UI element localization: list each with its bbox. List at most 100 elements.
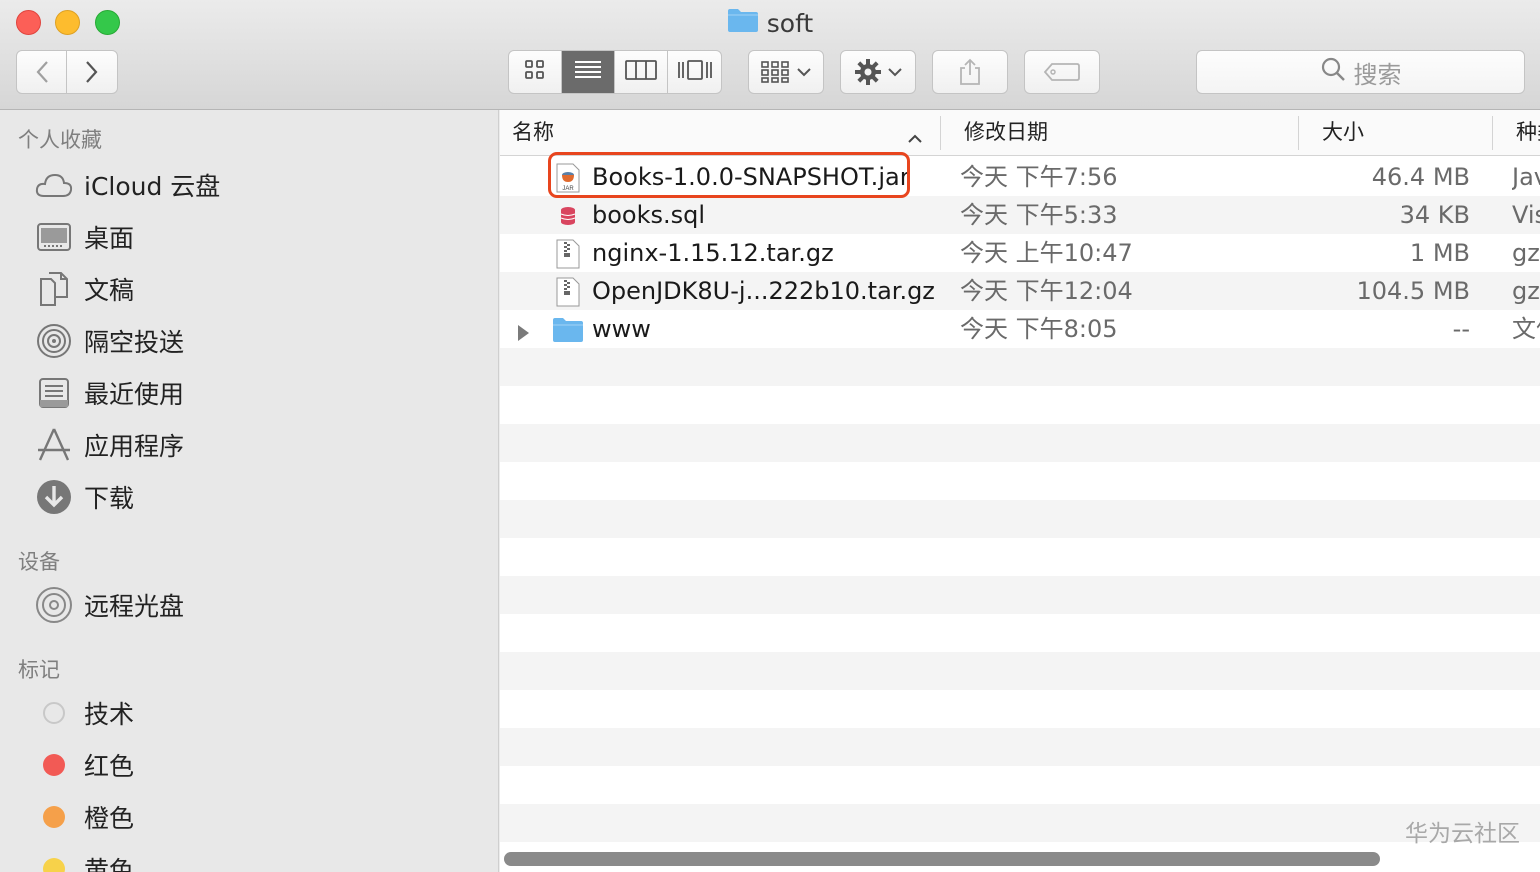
- column-name[interactable]: 名称: [512, 110, 932, 156]
- group-icon: [761, 61, 791, 83]
- sidebar-item-documents[interactable]: 文稿: [34, 268, 134, 310]
- window-title: soft: [0, 6, 1540, 40]
- tag-color-icon: [34, 693, 74, 733]
- gear-icon: [854, 58, 882, 86]
- sidebar-item-label: 红色: [84, 752, 135, 781]
- disc-icon: [34, 585, 74, 625]
- column-modified[interactable]: 修改日期: [964, 110, 1284, 156]
- table-row[interactable]: OpenJDK8U-j...222b10.tar.gz 今天 下午12:04 1…: [500, 272, 1540, 310]
- toolbar: soft 搜索: [0, 0, 1540, 110]
- airdrop-icon: [34, 321, 74, 361]
- file-size: 34 KB: [1399, 201, 1470, 229]
- cloud-icon: [34, 165, 74, 205]
- file-modified: 今天 下午5:33: [960, 201, 1118, 229]
- sidebar-item-label: 文稿: [84, 276, 135, 305]
- file-modified: 今天 下午7:56: [960, 163, 1118, 191]
- tags-button[interactable]: [1024, 50, 1100, 94]
- table-row[interactable]: www 今天 下午8:05 -- 文件夹: [500, 310, 1540, 348]
- devices-header: 设备: [18, 550, 60, 574]
- sidebar-item-label: 桌面: [84, 224, 135, 253]
- applications-icon: [34, 425, 74, 465]
- sidebar-item-recents[interactable]: 最近使用: [34, 372, 184, 414]
- file-name: OpenJDK8U-j...222b10.tar.gz: [592, 277, 935, 305]
- group-by-button[interactable]: [748, 50, 824, 94]
- empty-row: [500, 652, 1540, 690]
- sort-ascending-icon: [908, 125, 922, 149]
- archive-file-icon: [554, 277, 582, 307]
- column-divider[interactable]: [1492, 116, 1493, 150]
- empty-row: [500, 728, 1540, 766]
- file-size: 104.5 MB: [1356, 277, 1470, 305]
- favorites-header: 个人收藏: [18, 128, 102, 152]
- sidebar-tag-orange[interactable]: 橙色: [34, 796, 134, 838]
- documents-icon: [34, 269, 74, 309]
- sidebar-item-downloads[interactable]: 下载: [34, 476, 134, 518]
- tag-color-icon: [34, 849, 74, 872]
- watermark: 华为云社区: [1405, 821, 1520, 847]
- empty-row: [500, 424, 1540, 462]
- table-row[interactable]: books.sql 今天 下午5:33 34 KB Visual Studio …: [500, 196, 1540, 234]
- column-divider[interactable]: [940, 116, 941, 150]
- downloads-icon: [34, 477, 74, 517]
- table-row[interactable]: nginx-1.15.12.tar.gz 今天 上午10:47 1 MB gzi…: [500, 234, 1540, 272]
- sidebar-item-label: 隔空投送: [84, 328, 185, 357]
- grid-icon: [524, 59, 546, 85]
- sidebar-tag-red[interactable]: 红色: [34, 744, 134, 786]
- sidebar-item-desktop[interactable]: 桌面: [34, 216, 134, 258]
- cover-flow-icon: [677, 59, 713, 85]
- sidebar-item-label: 最近使用: [84, 380, 185, 409]
- tags-header: 标记: [18, 658, 60, 682]
- file-name: nginx-1.15.12.tar.gz: [592, 239, 834, 267]
- sidebar-item-label: 远程光盘: [84, 592, 185, 621]
- column-divider[interactable]: [1298, 116, 1299, 150]
- folder-icon: [727, 7, 759, 42]
- chevron-right-icon: [85, 60, 99, 84]
- back-button[interactable]: [16, 50, 67, 94]
- forward-button[interactable]: [66, 50, 118, 94]
- file-kind: Java JAR 文件: [1512, 163, 1540, 191]
- chevron-down-icon: [797, 67, 811, 77]
- sidebar-item-label: 橙色: [84, 804, 135, 833]
- column-size[interactable]: 大小: [1322, 110, 1482, 156]
- share-icon: [958, 58, 982, 86]
- share-button[interactable]: [932, 50, 1008, 94]
- sidebar-item-applications[interactable]: 应用程序: [34, 424, 184, 466]
- list-view-button[interactable]: [562, 51, 615, 93]
- search-icon: [1320, 56, 1354, 88]
- sidebar-item-airdrop[interactable]: 隔空投送: [34, 320, 184, 362]
- file-modified: 今天 下午8:05: [960, 315, 1118, 343]
- desktop-icon: [34, 217, 74, 257]
- recents-icon: [34, 373, 74, 413]
- cover-flow-view-button[interactable]: [668, 51, 721, 93]
- column-view-button[interactable]: [615, 51, 668, 93]
- sidebar-item-label: 技术: [84, 700, 135, 729]
- column-kind[interactable]: 种类: [1516, 110, 1540, 156]
- search-field[interactable]: 搜索: [1196, 50, 1525, 94]
- sidebar-item-label: 黄色: [84, 856, 135, 872]
- tag-color-icon: [34, 745, 74, 785]
- disclosure-triangle-icon[interactable]: [516, 320, 530, 348]
- sidebar-item-remote-disc[interactable]: 远程光盘: [34, 584, 184, 626]
- horizontal-scrollbar[interactable]: [504, 852, 1380, 866]
- empty-row: [500, 500, 1540, 538]
- chevron-left-icon: [35, 60, 49, 84]
- highlight-annotation: [548, 152, 910, 198]
- chevron-down-icon: [888, 67, 902, 77]
- empty-row: [500, 804, 1540, 842]
- sidebar-item-icloud[interactable]: iCloud 云盘: [34, 164, 220, 206]
- tag-icon: [1044, 62, 1080, 82]
- columns-icon: [625, 59, 657, 85]
- list-icon: [574, 59, 602, 85]
- tag-color-icon: [34, 797, 74, 837]
- sidebar-tag-yellow[interactable]: 黄色: [34, 848, 134, 872]
- sidebar: 个人收藏 iCloud 云盘 桌面 文稿 隔空投送 最近使用 应用程序 下载 设…: [0, 110, 499, 872]
- sidebar-tag-tech[interactable]: 技术: [34, 692, 134, 734]
- file-modified: 今天 下午12:04: [960, 277, 1133, 305]
- icon-view-button[interactable]: [509, 51, 562, 93]
- file-kind: gzip 压缩归档: [1512, 239, 1540, 267]
- file-name: www: [592, 315, 651, 343]
- file-name: books.sql: [592, 201, 706, 229]
- file-kind: Visual Studio Code: [1512, 201, 1540, 229]
- action-button[interactable]: [840, 50, 916, 94]
- empty-row: [500, 348, 1540, 386]
